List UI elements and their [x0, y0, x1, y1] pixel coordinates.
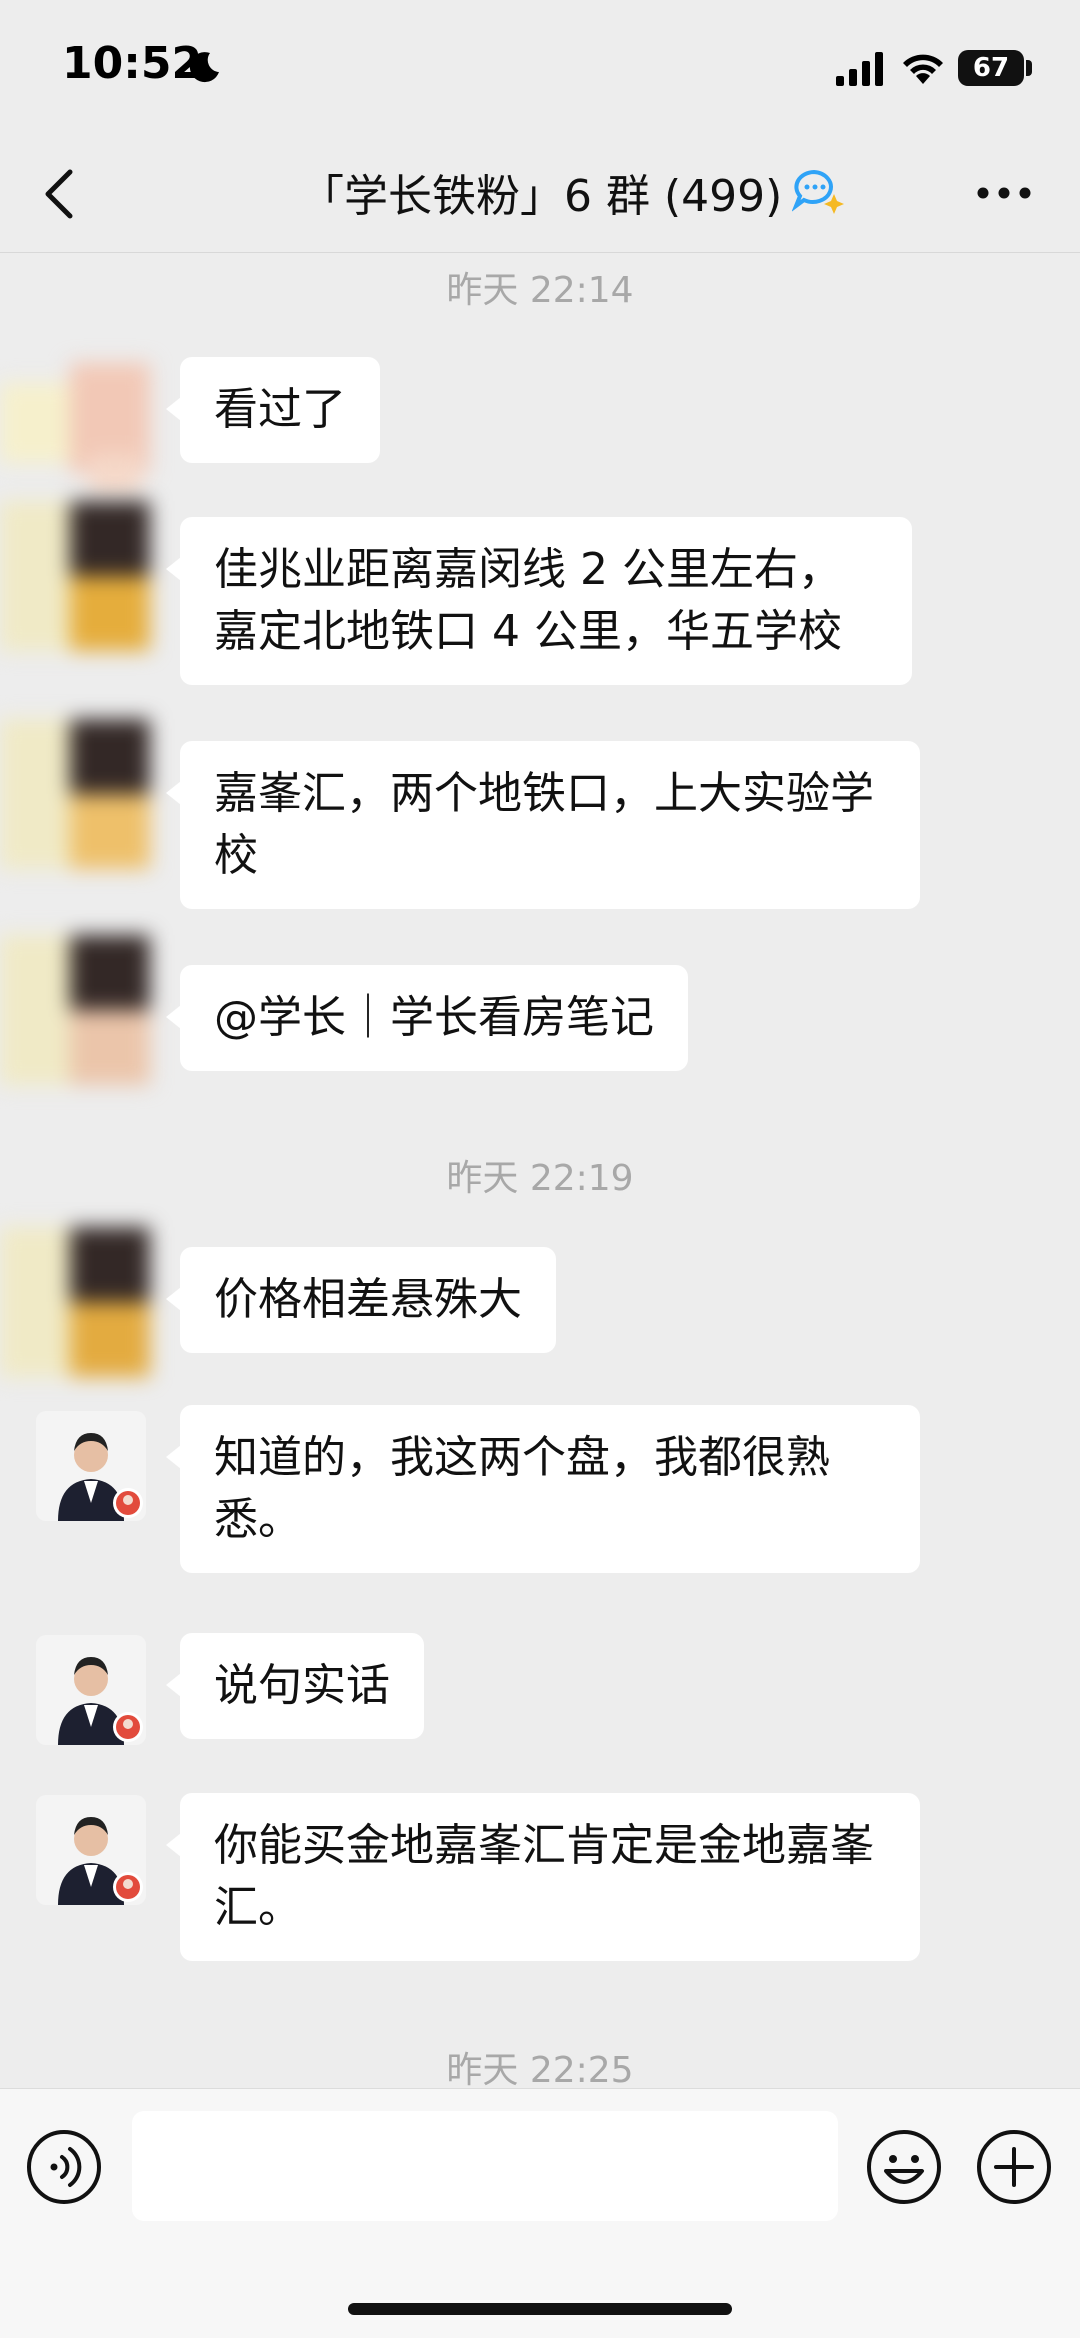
message-bubble[interactable]: 你能买金地嘉峯汇肯定是金地嘉峯汇。	[166, 1793, 920, 1961]
message-bubble[interactable]: 看过了	[166, 357, 380, 463]
avatar[interactable]	[0, 935, 170, 1085]
more-options-icon[interactable]	[976, 186, 1032, 200]
avatar[interactable]	[36, 1635, 146, 1745]
avatar[interactable]	[0, 1227, 170, 1377]
message-input[interactable]	[132, 2111, 838, 2221]
message-bubble[interactable]: @学长｜学长看房笔记	[166, 965, 688, 1071]
chat-message-list[interactable]: 昨天 22:14 看过了 佳兆业距离嘉闵线 2 公里左右，嘉定北地铁口 4 公里…	[0, 253, 1080, 2087]
battery-tip	[1026, 60, 1032, 76]
moon-icon	[189, 52, 219, 83]
message-bubble[interactable]: 佳兆业距离嘉闵线 2 公里左右，嘉定北地铁口 4 公里，华五学校	[166, 517, 912, 685]
input-bar	[0, 2088, 1080, 2338]
message-bubble[interactable]: 说句实话	[166, 1633, 424, 1739]
chat-header: 「学长铁粉」6 群 (499)	[0, 130, 1080, 253]
avatar[interactable]	[36, 1795, 146, 1905]
avatar[interactable]	[36, 1411, 146, 1521]
message-bubble[interactable]: 知道的，我这两个盘，我都很熟悉。	[166, 1405, 920, 1573]
avatar[interactable]	[0, 353, 170, 503]
wifi-icon	[903, 54, 943, 84]
avatar[interactable]	[0, 719, 170, 869]
timestamp: 昨天 22:25	[446, 2050, 634, 2087]
timestamp: 昨天 22:14	[446, 270, 634, 311]
timestamp: 昨天 22:19	[446, 1158, 634, 1199]
message-bubble[interactable]: 嘉峯汇，两个地铁口，上大实验学校	[166, 741, 920, 909]
home-indicator[interactable]	[348, 2303, 732, 2315]
status-bar: 10:52 67	[0, 0, 1080, 130]
back-chevron-icon[interactable]	[40, 166, 80, 222]
group-chat-bubble-icon	[792, 169, 844, 214]
cellular-signal-icon	[836, 52, 883, 86]
status-time: 10:52	[62, 38, 203, 89]
chat-title: 「学长铁粉」6 群 (499)	[300, 171, 783, 222]
battery-indicator: 67	[958, 50, 1024, 86]
plus-icon[interactable]	[976, 2129, 1052, 2205]
emoji-icon[interactable]	[866, 2129, 942, 2205]
message-bubble[interactable]: 价格相差悬殊大	[166, 1247, 556, 1353]
avatar[interactable]	[0, 501, 170, 651]
voice-input-icon[interactable]	[26, 2129, 102, 2205]
